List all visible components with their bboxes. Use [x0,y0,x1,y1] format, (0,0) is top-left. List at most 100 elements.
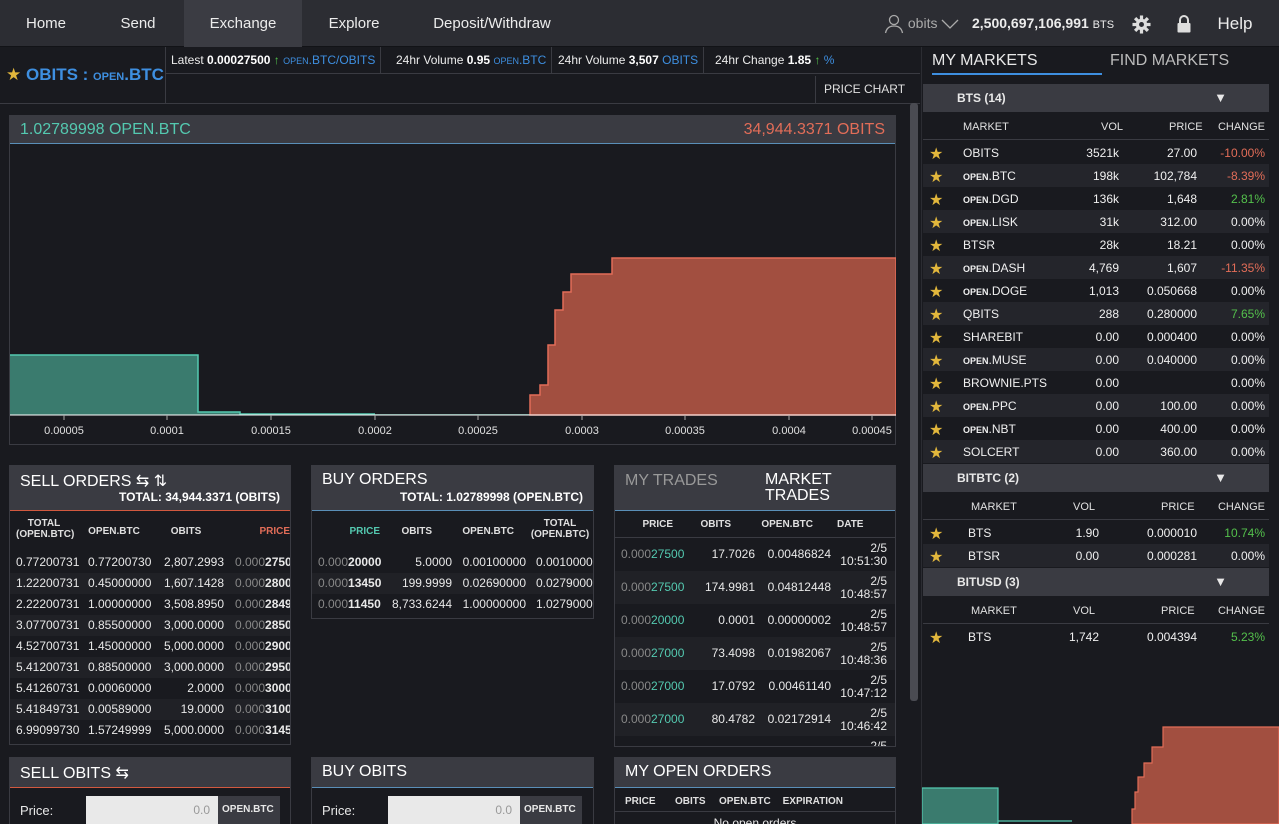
market-row[interactable]: ★ OPEN.BTC 198k 102,784 -8.39% [923,164,1269,187]
favorite-star-icon[interactable]: ★ [929,167,943,187]
market-volume: 1,013 [1088,284,1119,298]
table-row[interactable]: 2/5 [615,736,895,746]
market-volume: 0.00 [1095,353,1119,367]
market-row[interactable]: ★ BTS 1,742 0.004394 5.23% [923,625,1269,648]
nav-explore[interactable]: Explore [302,0,406,47]
price-chart-button[interactable]: PRICE CHART [815,76,913,103]
market-row[interactable]: ★ OPEN.PPC 0.00 100.00 0.00% [923,394,1269,417]
table-row[interactable]: 0.00020000 5.0000 0.00100000 0.0010000 [312,552,593,573]
balance-value: 2,500,697,106,991 [972,15,1089,31]
account-dropdown[interactable]: obits [884,0,959,47]
sell-orders-title[interactable]: SELL ORDERS ⇆ ⇅ [20,473,167,490]
openbtc-cell: 0.77200730 [88,555,152,569]
tick-label: 0.00045 [852,425,892,437]
table-row[interactable]: 4.52700731 1.45000000 5,000.0000 0.0002900 [10,636,290,657]
market-quote-suffix: .BTC [124,65,164,84]
page-scrollbar[interactable] [910,103,918,701]
favorite-star-icon[interactable]: ★ [929,397,943,417]
favorite-star-icon[interactable]: ★ [929,236,943,256]
table-row[interactable]: 0.00013450 199.9999 0.02690000 0.0279000 [312,573,593,594]
market-row[interactable]: ★ SOLCERT 0.00 360.00 0.00% [923,440,1269,463]
nav-exchange[interactable]: Exchange [184,0,302,47]
table-row[interactable]: 0.00011450 8,733.6244 1.00000000 1.0279000 [312,594,593,615]
favorite-star-icon[interactable]: ★ [929,628,943,648]
market-row[interactable]: ★ BTSR 0.00 0.000281 0.00% [923,544,1269,567]
help-link[interactable]: Help [1206,0,1264,47]
settings-button[interactable] [1132,0,1151,47]
market-title[interactable]: ★ OBITS : OPEN.BTC [0,47,166,103]
tab-my-markets[interactable]: MY MARKETS [932,47,1102,75]
market-change: 2.81% [1230,192,1265,206]
nav-home[interactable]: Home [0,0,92,47]
favorite-star-icon[interactable]: ★ [929,374,943,394]
sell-price-input[interactable]: 0.0 [86,796,218,824]
table-row[interactable]: 0.00027500 174.9981 0.04812448 2/5 10:48:57 [615,571,895,604]
caret-down-icon[interactable]: ▼ [1214,464,1227,492]
market-row[interactable]: ★ BTS 1.90 0.000010 10.74% [923,521,1269,544]
price-cell: 0.00027000 [621,679,684,693]
favorite-star-icon[interactable]: ★ [929,443,943,463]
market-row[interactable]: ★ OPEN.NBT 0.00 400.00 0.00% [923,417,1269,440]
favorite-star-icon[interactable]: ★ [929,282,943,302]
market-group-header[interactable]: BTS (14) ▼ [923,84,1269,112]
table-row[interactable]: 6.99099730 1.57249999 5,000.0000 0.0003145 [10,720,290,741]
table-row[interactable]: 1.22200731 0.45000000 1,607.1428 0.0002800 [10,573,290,594]
favorite-star-icon[interactable]: ★ [929,259,943,279]
tab-market-trades[interactable]: MARKET TRADES [765,472,845,504]
price-prefix: 0.000 [318,576,349,590]
table-row[interactable]: 0.00027000 73.4098 0.01982067 2/5 10:48:36 [615,637,895,670]
favorite-star-icon[interactable]: ★ [929,213,943,233]
favorite-star-icon[interactable]: ★ [6,65,21,84]
caret-down-icon[interactable]: ▼ [1214,568,1227,596]
market-volume: 31k [1099,215,1119,229]
table-row[interactable]: 5.41200731 0.88500000 3,000.0000 0.0002950 [10,657,290,678]
market-name: OPEN.BTC [963,169,1016,183]
table-row[interactable]: 0.77200731 0.77200730 2,807.2993 0.0002750 [10,552,290,573]
table-row[interactable]: 5.41260731 0.00060000 2.0000 0.0003000 [10,678,290,699]
table-row[interactable]: 3.07700731 0.85500000 3,000.0000 0.0002850 [10,615,290,636]
total-cell: 5.41200731 [16,660,80,674]
obits-cell: 3,508.8950 [163,597,224,611]
stat-vol1-unit-b: .BTC [518,53,547,67]
market-row[interactable]: ★ OBITS 3521k 27.00 -10.00% [923,141,1269,164]
market-row[interactable]: ★ OPEN.MUSE 0.00 0.040000 0.00% [923,348,1269,371]
favorite-star-icon[interactable]: ★ [929,328,943,348]
buy-price-label: Price: [322,803,356,818]
table-row[interactable]: 5.41849731 0.00589000 19.0000 0.0003100 [10,699,290,720]
price-cell: 0.0002849 [235,597,290,611]
nav-send[interactable]: Send [92,0,184,47]
market-row[interactable]: ★ QBITS 288 0.280000 7.65% [923,302,1269,325]
lock-button[interactable] [1176,0,1192,47]
favorite-star-icon[interactable]: ★ [929,144,943,164]
market-symbol: .DGD [988,192,1019,206]
table-row[interactable]: 0.00020000 0.0001 0.00000002 2/5 10:48:57 [615,604,895,637]
col-market: MARKET [963,121,1009,133]
caret-down-icon[interactable]: ▼ [1214,84,1227,112]
buy-price-input[interactable]: 0.0 [388,796,520,824]
table-row[interactable]: 0.00027000 80.4782 0.02172914 2/5 10:46:42 [615,703,895,736]
market-group-header[interactable]: BITUSD (3) ▼ [923,568,1269,596]
favorite-star-icon[interactable]: ★ [929,420,943,440]
tab-find-markets[interactable]: FIND MARKETS [1110,47,1229,75]
table-row[interactable]: 0.00027000 17.0792 0.00461140 2/5 10:47:12 [615,670,895,703]
table-row[interactable]: 2.22200731 1.00000000 3,508.8950 0.0002849 [10,594,290,615]
depth-chart-plot: 0.00005 0.0001 0.00015 0.0002 0.00025 0.0003 0… [10,257,896,437]
favorite-star-icon[interactable]: ★ [929,190,943,210]
market-row[interactable]: ★ OPEN.DOGE 1,013 0.050668 0.00% [923,279,1269,302]
market-row[interactable]: ★ SHAREBIT 0.00 0.000400 0.00% [923,325,1269,348]
market-row[interactable]: ★ OPEN.LISK 31k 312.00 0.00% [923,210,1269,233]
market-row[interactable]: ★ BTSR 28k 18.21 0.00% [923,233,1269,256]
favorite-star-icon[interactable]: ★ [929,305,943,325]
nav-deposit-withdraw[interactable]: Deposit/Withdraw [406,0,578,47]
market-row[interactable]: ★ BROWNIE.PTS 0.00 0.00% [923,371,1269,394]
table-row[interactable]: 0.00027500 17.7026 0.00486824 2/5 10:51:30 [615,538,895,571]
buy-form-header: BUY OBITS [312,758,593,788]
market-row[interactable]: ★ OPEN.DASH 4,769 1,607 -11.35% [923,256,1269,279]
tab-my-trades[interactable]: MY TRADES [625,472,718,490]
obits-cell: 0.0001 [718,613,755,627]
favorite-star-icon[interactable]: ★ [929,524,943,544]
favorite-star-icon[interactable]: ★ [929,547,943,567]
market-group-header[interactable]: BITBTC (2) ▼ [923,464,1269,492]
favorite-star-icon[interactable]: ★ [929,351,943,371]
market-row[interactable]: ★ OPEN.DGD 136k 1,648 2.81% [923,187,1269,210]
